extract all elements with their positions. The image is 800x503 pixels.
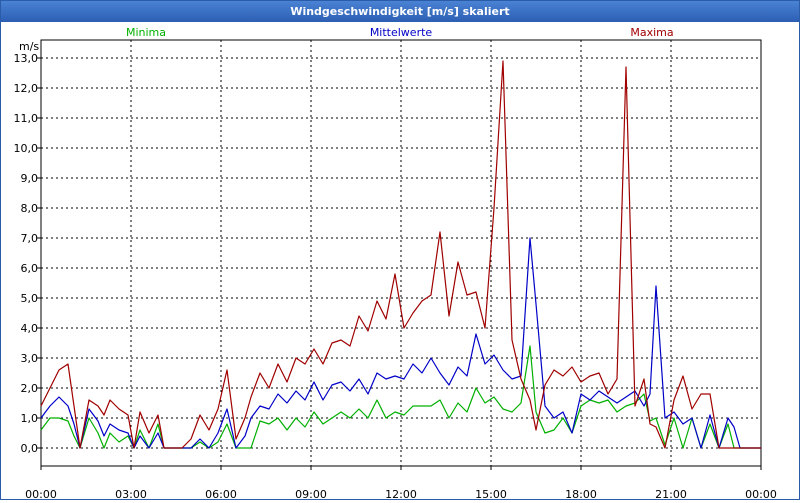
- wind-speed-chart: 0,0 1,0 2,0 3,0 4,0 5,0 6,0 7,0 8,0 9,0 10,0 11,0 12…: [14, 26, 777, 501]
- x-tick-time: 00:00: [25, 488, 57, 499]
- plot-frame: [40, 39, 762, 467]
- y-tick-label: 13,0: [14, 52, 39, 65]
- x-tick-time: 03:00: [115, 488, 147, 499]
- y-tick-label: 0,0: [21, 442, 39, 455]
- y-tick-label: 10,0: [14, 142, 39, 155]
- y-axis-label: m/s: [19, 40, 39, 53]
- y-tick-label: 9,0: [21, 172, 39, 185]
- x-tick-time: 12:00: [385, 488, 417, 499]
- x-tick-time: 15:00: [475, 488, 507, 499]
- y-tick-label: 1,0: [21, 412, 39, 425]
- x-tick-time: 00:00: [745, 488, 777, 499]
- y-tick-label: 7,0: [21, 232, 39, 245]
- y-tick-label: 12,0: [14, 82, 39, 95]
- y-tick-label: 5,0: [21, 292, 39, 305]
- y-tick-label: 8,0: [21, 202, 39, 215]
- y-tick-label: 2,0: [21, 382, 39, 395]
- legend-minima: Minima: [126, 26, 166, 39]
- series-line-maxima: [40, 60, 761, 449]
- x-tick-time: 21:00: [655, 488, 687, 499]
- y-tick-label: 4,0: [21, 322, 39, 335]
- legend-maxima: Maxima: [630, 26, 673, 39]
- y-tick-label: 6,0: [21, 262, 39, 275]
- chart-window: Windgeschwindigkeit [m/s] skaliert 0,0 1,…: [0, 0, 800, 501]
- x-tick-time: 06:00: [205, 488, 237, 499]
- x-tick-time: 18:00: [565, 488, 597, 499]
- legend: Minima Mittelwerte Maxima: [126, 26, 674, 39]
- series: [40, 60, 761, 449]
- window-title: Windgeschwindigkeit [m/s] skaliert: [1, 1, 799, 22]
- x-tick-time: 09:00: [295, 488, 327, 499]
- y-tick-label: 3,0: [21, 352, 39, 365]
- y-tick-label: 11,0: [14, 112, 39, 125]
- grid: [41, 40, 761, 466]
- chart-area: 0,0 1,0 2,0 3,0 4,0 5,0 6,0 7,0 8,0 9,0 10,0 11,0 12…: [1, 23, 799, 501]
- legend-mittelwerte: Mittelwerte: [370, 26, 433, 39]
